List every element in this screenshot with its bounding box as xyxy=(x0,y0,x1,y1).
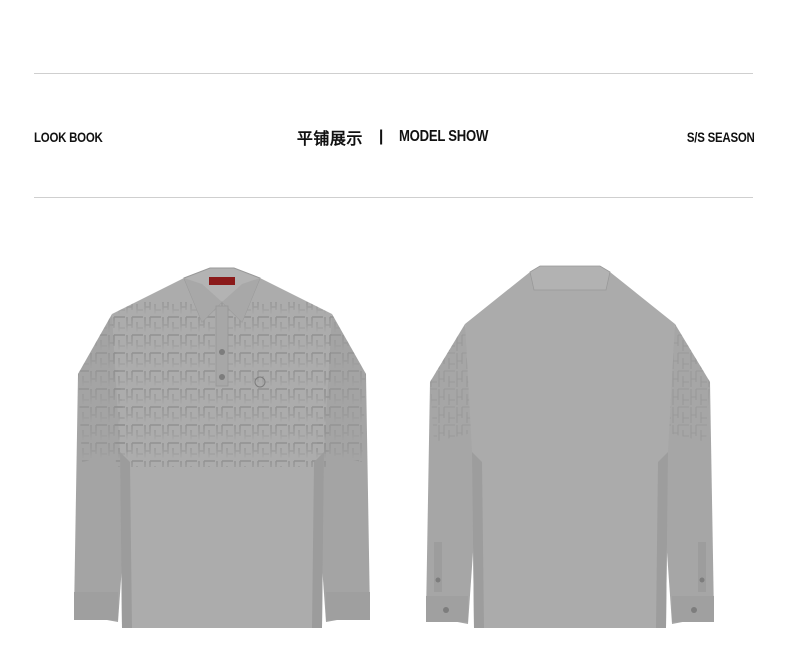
section-title: 平铺展示 | MODEL SHOW xyxy=(0,126,790,148)
top-divider xyxy=(34,73,753,74)
bottom-divider xyxy=(34,197,753,198)
shirt-back-image xyxy=(426,265,714,628)
title-english: MODEL SHOW xyxy=(399,128,489,145)
title-chinese: 平铺展示 xyxy=(296,129,363,148)
season-label: S/S SEASON xyxy=(687,129,755,145)
title-separator: | xyxy=(378,128,384,145)
shirt-front-image xyxy=(74,267,370,628)
